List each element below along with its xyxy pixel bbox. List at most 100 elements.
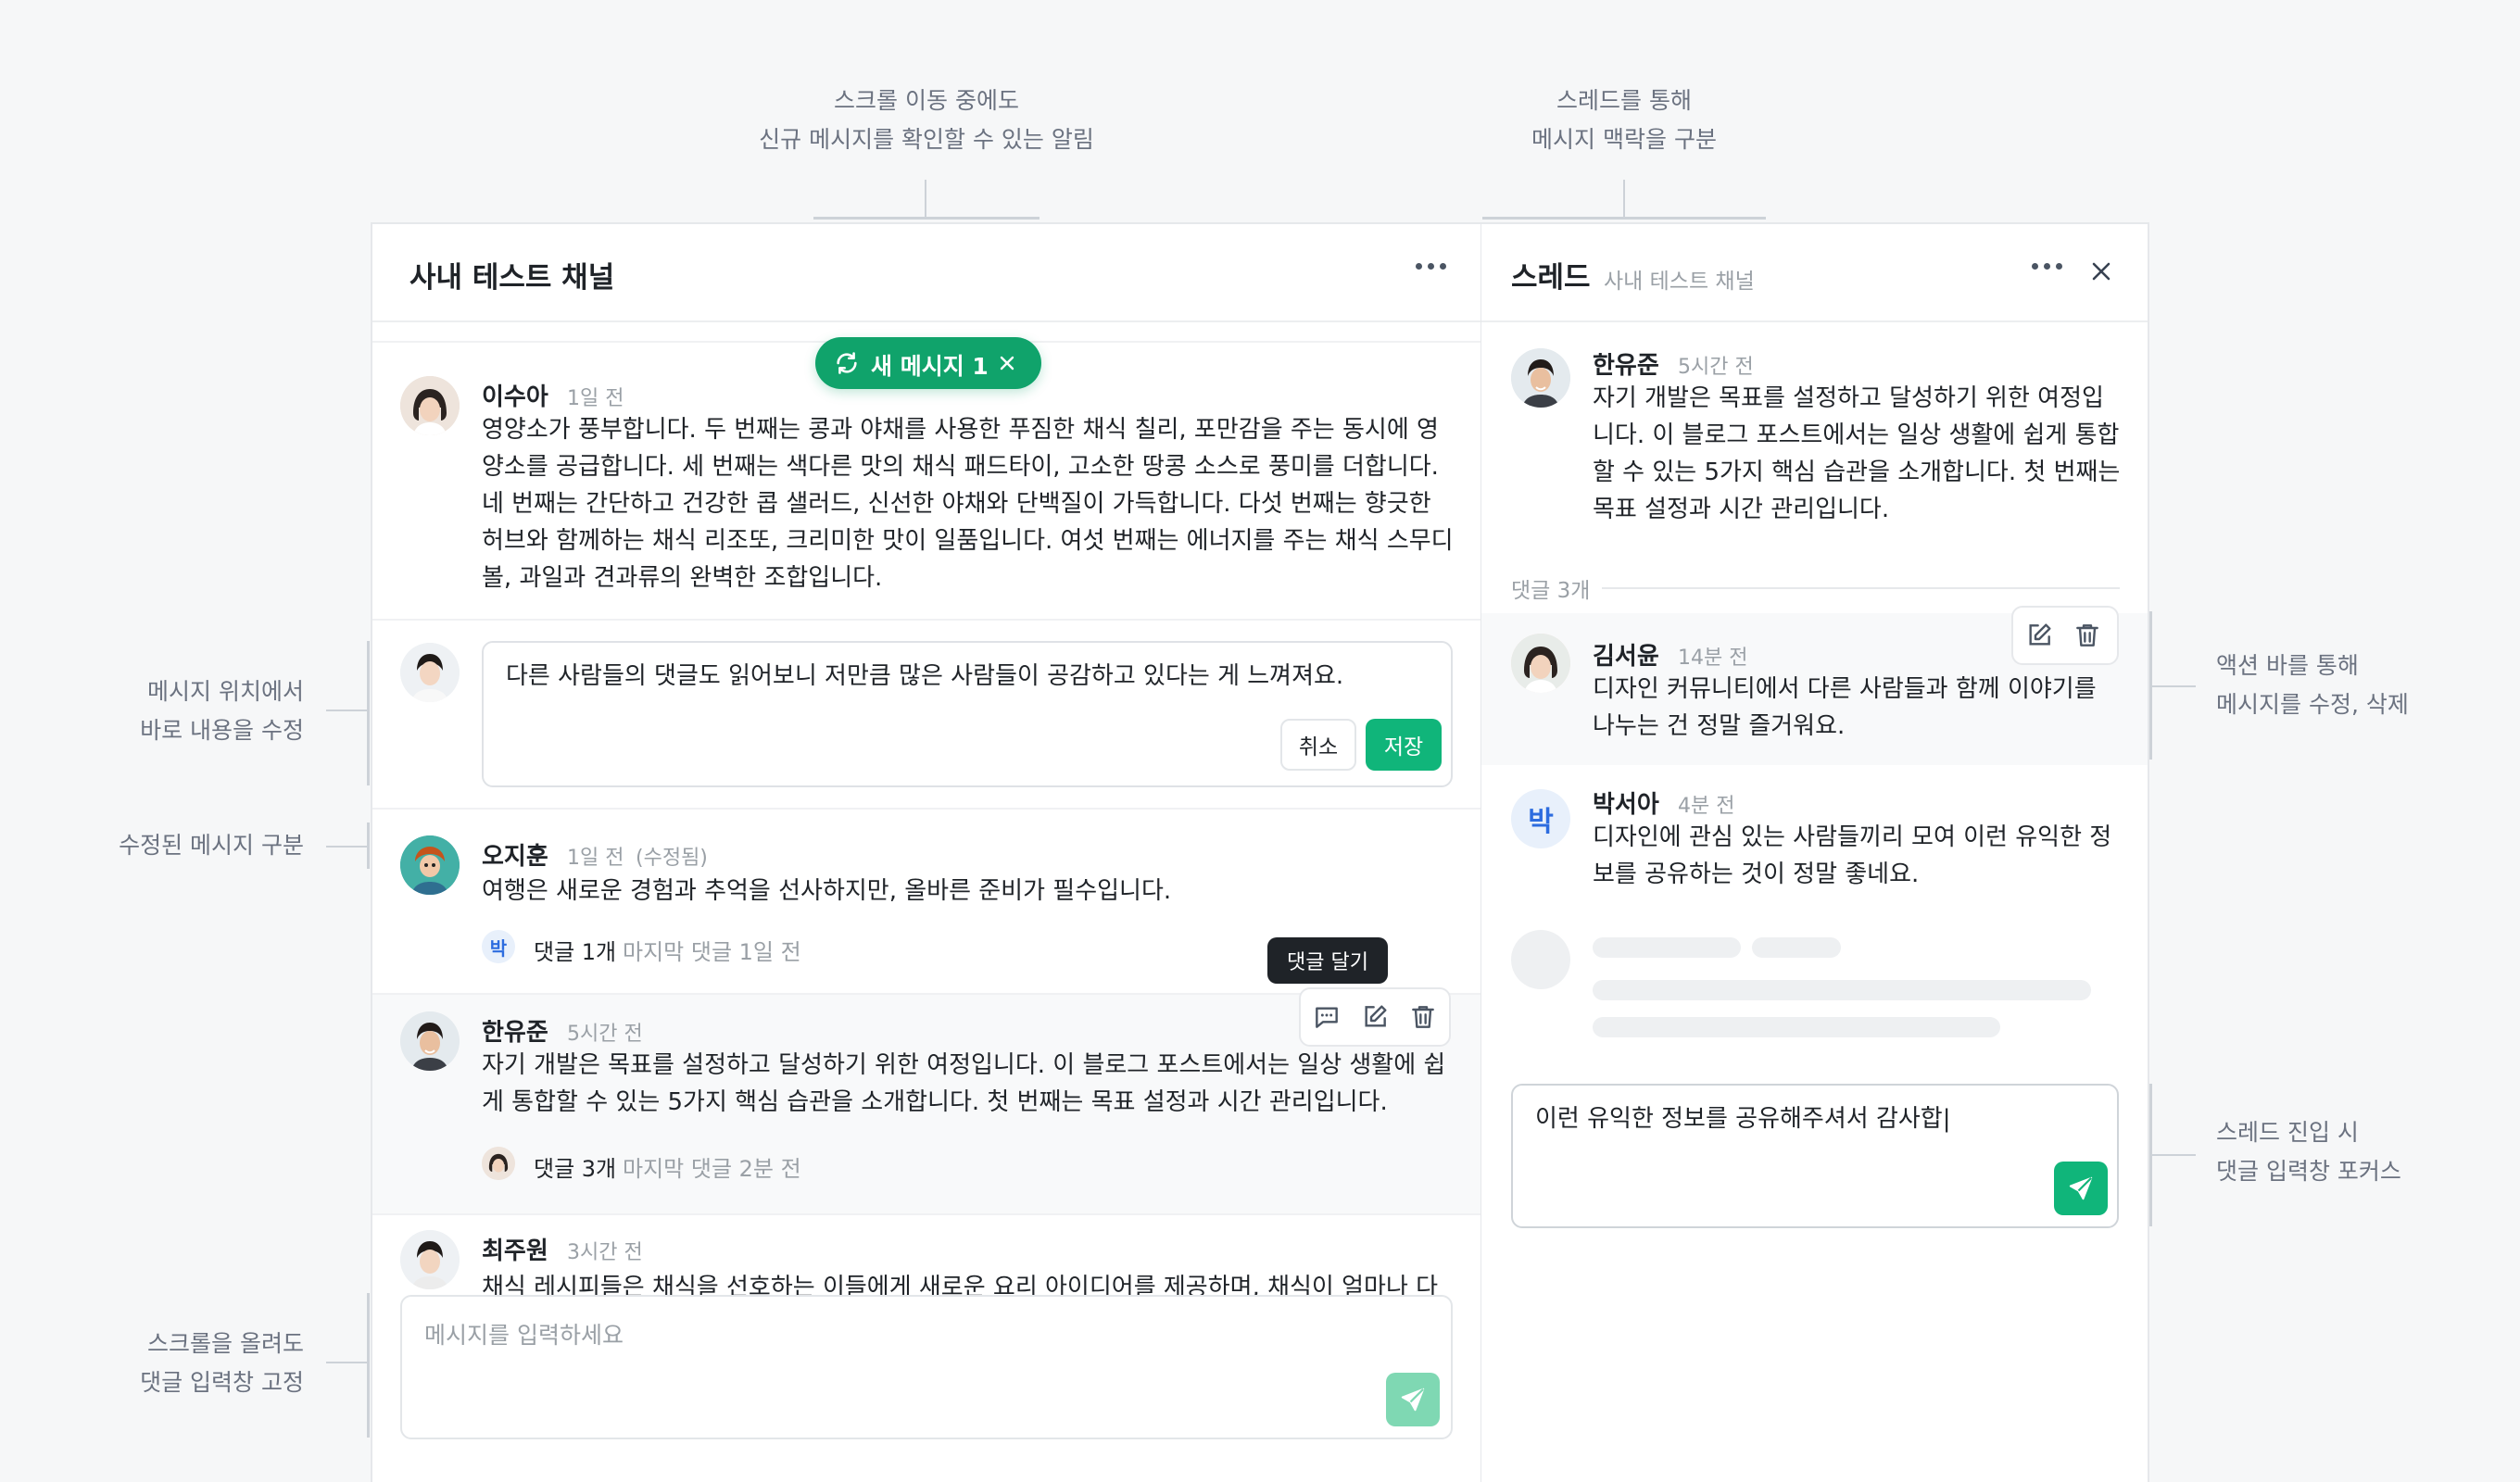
send-icon [2069,1176,2093,1200]
avatar [400,835,460,895]
channel-panel: 사내 테스트 채널 새 메시지 1 이수아 1일 전 영양소가 풍부합니다. 두… [371,222,1482,1482]
message-time: 5시간 전 [567,1023,643,1046]
avatar [400,1230,460,1289]
skeleton-line [1593,1017,2000,1037]
message-author: 김서윤 [1593,643,1659,671]
skeleton-line [1593,980,2091,1000]
annotation-line [326,846,369,848]
send-button[interactable] [2054,1162,2108,1215]
annotation-line [1482,217,1766,220]
avatar: 박 [1511,789,1570,848]
message-item: 이수아 1일 전 영양소가 풍부합니다. 두 번째는 콩과 야채를 사용한 푸짐… [372,341,1481,619]
divider [1602,587,2120,589]
cancel-button[interactable]: 취소 [1280,719,1356,771]
thread-last-reply: 마지막 댓글 2분 전 [623,1156,801,1182]
annotation-new-message-alert: 스크롤 이동 중에도 신규 메시지를 확인할 수 있는 알림 [759,87,1094,153]
annotation-line [1623,180,1625,219]
thread-composer[interactable]: 이런 유익한 정보를 공유해주셔서 감사합| [1511,1084,2119,1228]
avatar: 박 [482,930,515,963]
thread-summary[interactable]: 박 댓글 1개 마지막 댓글 1일 전 [482,930,834,967]
thread-last-reply: 마지막 댓글 1일 전 [623,939,801,965]
annotation-fixed-composer: 스크롤을 올려도 댓글 입력창 고정 [140,1330,304,1396]
reply-count: 댓글 3개 [1511,579,1591,603]
annotation-line [813,217,1040,220]
message-author: 박서아 [1593,791,1659,819]
edit-message-text[interactable]: 다른 사람들의 댓글도 읽어보니 저만큼 많은 사람들이 공감하고 있다는 게 … [506,658,1343,695]
message-time: 5시간 전 [1678,356,1754,379]
send-icon [1401,1388,1425,1412]
message-item-hovered: 한유준 5시간 전 자기 개발은 목표를 설정하고 달성하기 위한 여정입니다.… [372,987,1481,1215]
message-author: 이수아 [482,383,548,411]
channel-header: 사내 테스트 채널 [372,224,1481,322]
annotation-inline-edit: 메시지 위치에서 바로 내용을 수정 [140,678,304,744]
reply-item: 박 박서아 4분 전 디자인에 관심 있는 사람들끼리 모여 이런 유익한 정 … [1481,765,2148,913]
trash-icon[interactable] [1408,1002,1438,1032]
avatar [482,1147,515,1180]
thread-summary[interactable]: 댓글 3개 마지막 댓글 2분 전 [482,1147,834,1184]
save-button[interactable]: 저장 [1366,719,1442,771]
message-time: 4분 전 [1678,795,1735,818]
reply-item-hovered: 김서윤 14분 전 디자인 커뮤니티에서 다른 사람들과 함께 이야기를 나누는… [1481,606,2148,765]
message-time: 14분 전 [1678,647,1748,670]
annotation-line [367,823,370,869]
thread-panel: 스레드 사내 테스트 채널 한유준 5시간 전 자기 개발은 목표를 설정하고 … [1480,222,2149,1482]
message-body: 자기 개발은 목표를 설정하고 달성하기 위한 여정입 니다. 이 블로그 포스… [1593,384,2121,523]
edit-icon[interactable] [2024,621,2054,650]
annotation-action-bar: 액션 바를 통해 메시지를 수정, 삭제 [2216,652,2409,718]
annotation-composer-focus: 스레드 진입 시 댓글 입력창 포커스 [2216,1119,2401,1185]
message-body: 여행은 새로운 경험과 추억을 선사하지만, 올바른 준비가 필수입니다. [482,877,1172,905]
message-body: 영양소가 풍부합니다. 두 번째는 콩과 야채를 사용한 푸짐한 채식 칠리, … [482,416,1454,592]
thread-composer-text[interactable]: 이런 유익한 정보를 공유해주셔서 감사합| [1535,1100,1950,1137]
trash-icon[interactable] [2073,621,2102,650]
annotation-line [367,641,370,785]
thread-count: 댓글 3개 [534,1156,617,1182]
thread-header: 스레드 사내 테스트 채널 [1481,224,2148,322]
message-body: 자기 개발은 목표를 설정하고 달성하기 위한 여정입니다. 이 블로그 포스트… [482,1051,1446,1116]
annotation-line [326,710,369,711]
comment-icon[interactable] [1312,1002,1342,1032]
annotation-line [2149,1084,2152,1226]
message-author: 한유준 [1593,352,1659,380]
more-icon[interactable] [1416,263,1447,272]
avatar [400,643,460,702]
message-body: 디자인에 관심 있는 사람들끼리 모여 이런 유익한 정 보를 공유하는 것이 … [1593,823,2112,888]
message-time: 3시간 전 [567,1241,643,1264]
avatar [400,376,460,435]
thread-count: 댓글 1개 [534,939,617,965]
message-time: 1일 전 [567,847,624,870]
annotation-thread-context: 스레드를 통해 메시지 맥락을 구분 [1531,87,1717,153]
edited-badge: (수정됨) [636,847,708,870]
thread-subtitle: 사내 테스트 채널 [1604,270,1755,294]
message-action-bar [2011,606,2119,665]
annotation-line [2151,685,2196,687]
message-composer[interactable]: 메시지를 입력하세요 [400,1295,1453,1439]
message-author: 한유준 [482,1019,548,1047]
tooltip-reply: 댓글 달기 [1267,937,1388,984]
message-action-bar [1299,987,1451,1047]
annotation-line [367,1293,370,1438]
avatar [400,1011,460,1071]
avatar [1511,348,1570,408]
send-button[interactable] [1386,1373,1440,1426]
avatar [1511,634,1570,693]
close-icon[interactable] [2087,257,2115,285]
annotation-line [925,180,926,219]
thread-title: 스레드 [1511,261,1591,295]
skeleton-line [1752,937,1841,958]
annotation-edited-message: 수정된 메시지 구분 [119,832,304,859]
more-icon[interactable] [2032,263,2063,272]
edit-message-field[interactable]: 다른 사람들의 댓글도 읽어보니 저만큼 많은 사람들이 공감하고 있다는 게 … [482,641,1453,787]
message-item: 최주원 3시간 전 채식 레시피들은 채식을 선호하는 이들에게 새로운 요리 … [372,1215,1481,1299]
annotation-line [2151,1154,2196,1156]
skeleton-avatar [1511,930,1570,989]
message-author: 최주원 [482,1237,548,1265]
message-body: 디자인 커뮤니티에서 다른 사람들과 함께 이야기를 나누는 건 정말 즐거워요… [1593,675,2097,740]
composer-placeholder: 메시지를 입력하세요 [424,1322,624,1349]
edit-icon[interactable] [1360,1002,1390,1032]
skeleton-line [1593,937,1741,958]
channel-title: 사내 테스트 채널 [410,261,615,295]
annotation-line [326,1362,369,1363]
message-time: 1일 전 [567,387,624,410]
message-author: 오지훈 [482,843,548,871]
annotation-line [2149,611,2152,760]
